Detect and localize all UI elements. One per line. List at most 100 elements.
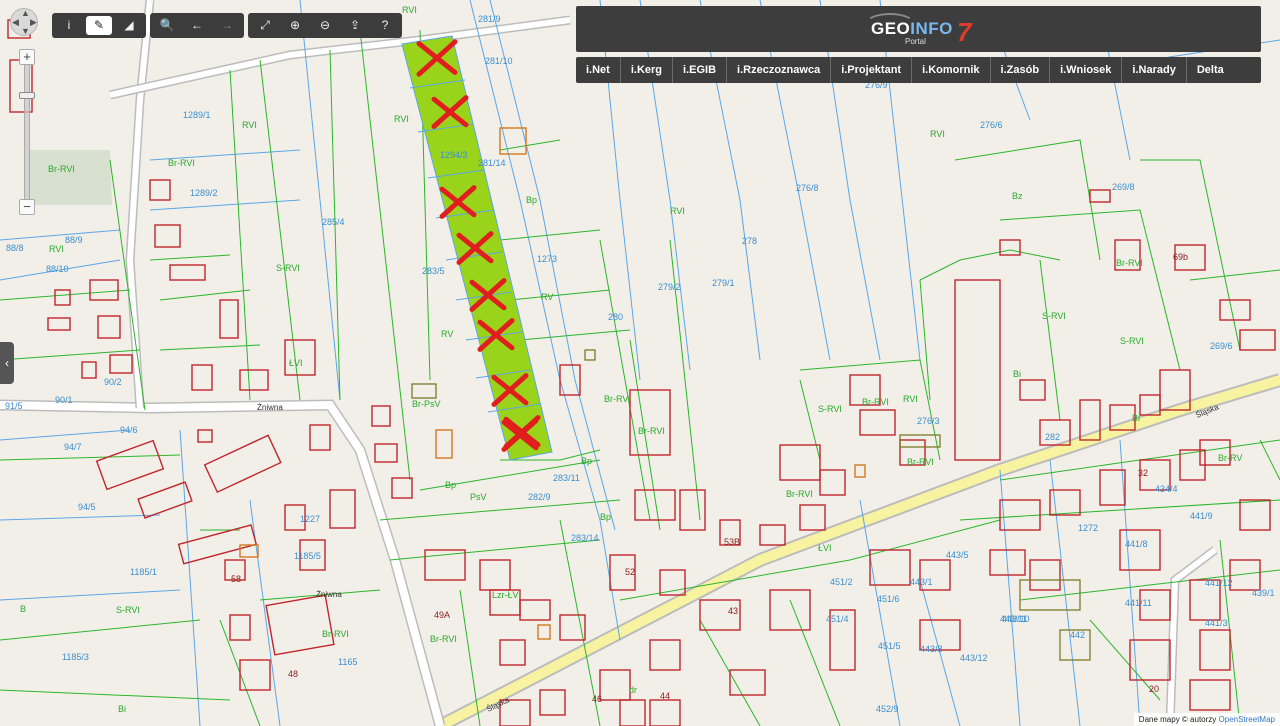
parcel-number: 276/6 [980,120,1003,130]
parcel-number: 451/2 [830,577,853,587]
parcel-number: 269/8 [1112,182,1135,192]
nav-i-projektant[interactable]: i.Projektant [831,57,913,83]
nav-i-narady[interactable]: i.Narady [1122,57,1187,83]
zoom-in-button[interactable]: + [19,49,35,65]
parcel-number: 94/6 [120,425,138,435]
measure-icon[interactable]: ◢ [114,13,144,38]
parcel-number: 452/9 [876,704,899,714]
address-number: 49A [434,610,450,620]
pan-control[interactable]: ▲ ▼ ◀ ▶ [10,8,38,36]
forward-icon[interactable]: → [212,13,242,38]
zoom-slider-handle[interactable] [19,91,35,99]
parcel-number: 1227 [300,514,320,524]
parcel-number: 279/1 [712,278,735,288]
parcel-number: 94/5 [78,502,96,512]
parcel-number: 90/1 [55,395,73,405]
landuse-label: dr [629,685,637,695]
parcel-number: 88/8 [6,243,24,253]
search-icon[interactable]: 🔍 [152,13,182,38]
road-name: Żniwna [257,403,283,412]
parcel-number: 451/4 [826,614,849,624]
parcel-number: 1289/2 [190,188,218,198]
nav-delta[interactable]: Delta [1187,57,1234,83]
zoom-out-button[interactable]: − [19,199,35,215]
nav-i-wniosek[interactable]: i.Wniosek [1050,57,1123,83]
nav-i-egib[interactable]: i.EGIB [673,57,728,83]
nav-i-rzeczoznawca[interactable]: i.Rzeczoznawca [727,57,832,83]
portal-header: GEOINFO 7 Portal [576,6,1261,52]
parcel-number: 1185/3 [62,652,89,662]
parcel-number: 441/12 [1205,578,1233,588]
pan-left-icon[interactable]: ◀ [12,18,19,27]
toolbar-group-3: ⤢ ⊕ ⊖ ⇪? [248,13,402,38]
address-number: 46 [592,694,602,704]
landuse-label: Br-RVI [430,634,457,644]
fullscreen-icon[interactable]: ⤢ [250,13,280,38]
parcel-number: 279/2 [658,282,681,292]
landuse-label: S-RVI [818,404,842,414]
pencil-icon[interactable]: ✎ [86,16,112,35]
parcel-number: 443/12 [960,653,988,663]
parcel-number: 282 [1045,432,1060,442]
landuse-label: Br-RVI [1116,258,1143,268]
landuse-label: Br-RV [1218,453,1242,463]
side-panel-toggle[interactable]: ‹ [0,342,14,384]
osm-link[interactable]: OpenStreetMap [1219,715,1275,724]
zoom-slider-track[interactable] [24,64,30,200]
landuse-label: ŁVI [289,358,303,368]
landuse-label: Br-RVI [786,489,813,499]
parcel-number: 441/9 [1190,511,1213,521]
zoom-out-icon[interactable]: ⊖ [310,13,340,38]
pan-down-icon[interactable]: ▼ [21,27,30,36]
parcel-number: 451/6 [877,594,900,604]
parcel-number: 283/11 [553,473,580,483]
parcel-number: 285/4 [322,217,345,227]
landuse-label: Bi [118,704,126,714]
parcel-number: 90/2 [104,377,122,387]
address-number: 69b [1173,252,1188,262]
parcel-number: 442 [1070,630,1085,640]
address-number: 20 [1149,684,1159,694]
landuse-label: RVI [242,120,257,130]
landuse-label: Bp [445,480,456,490]
parcel-number: 1289/1 [183,110,211,120]
back-icon[interactable]: ← [182,13,212,38]
address-number: 32 [1138,468,1148,478]
landuse-label: Bp [600,512,611,522]
parcel-number: 283/14 [571,533,599,543]
pan-right-icon[interactable]: ▶ [30,18,37,27]
landuse-label: Br-RVI [322,629,349,639]
nav-i-komornik[interactable]: i.Komornik [912,57,991,83]
landuse-label: S-RVI [276,263,300,273]
landuse-label: ŁVI [818,543,832,553]
landuse-label: Bz [1012,191,1023,201]
address-number: 53B [724,537,740,547]
landuse-label: S-RVI [1120,336,1144,346]
parcel-number: 280 [608,312,623,322]
parcel-number: 276/3 [917,416,940,426]
nav-i-zas-b[interactable]: i.Zasób [991,57,1051,83]
module-navbar: i.Net i.Kerg i.EGIB i.Rzeczoznawca i.Projekt… [576,57,1261,83]
geoinfo-logo[interactable]: GEOINFO 7 Portal [865,13,981,47]
landuse-label: Br-RVI [168,158,195,168]
help-icon[interactable]: ? [370,13,400,38]
parcel-number: 441/11 [1125,598,1152,608]
map-canvas[interactable]: 281/9 281/10 1289/1 1289/2 285/4 283/5 1294/3 2… [0,0,1280,726]
parcel-number: 281/10 [485,56,513,66]
landuse-label: RVI [670,206,685,216]
address-number: 52 [625,567,635,577]
parcel-number: 443/5 [946,550,969,560]
parcel-number: 439/1 [1252,588,1275,598]
landuse-label: Bi [1013,369,1021,379]
pan-up-icon[interactable]: ▲ [21,9,30,18]
info-icon[interactable]: i [54,13,84,38]
nav-i-net[interactable]: i.Net [576,57,621,83]
share-icon[interactable]: ⇪ [340,13,370,38]
parcel-number: 1165 [338,657,357,667]
map-toolbar: i ✎ ◢ 🔍 ← → ⤢ ⊕ ⊖ ⇪? [52,13,406,38]
cadastral-map[interactable]: 281/9 281/10 1289/1 1289/2 285/4 283/5 1294/3 2… [0,0,1280,726]
landuse-label: S-RVI [116,605,140,615]
nav-i-kerg[interactable]: i.Kerg [621,57,674,83]
zoom-in-icon[interactable]: ⊕ [280,13,310,38]
zoom-control: ▲ ▼ ◀ ▶ [10,8,40,36]
